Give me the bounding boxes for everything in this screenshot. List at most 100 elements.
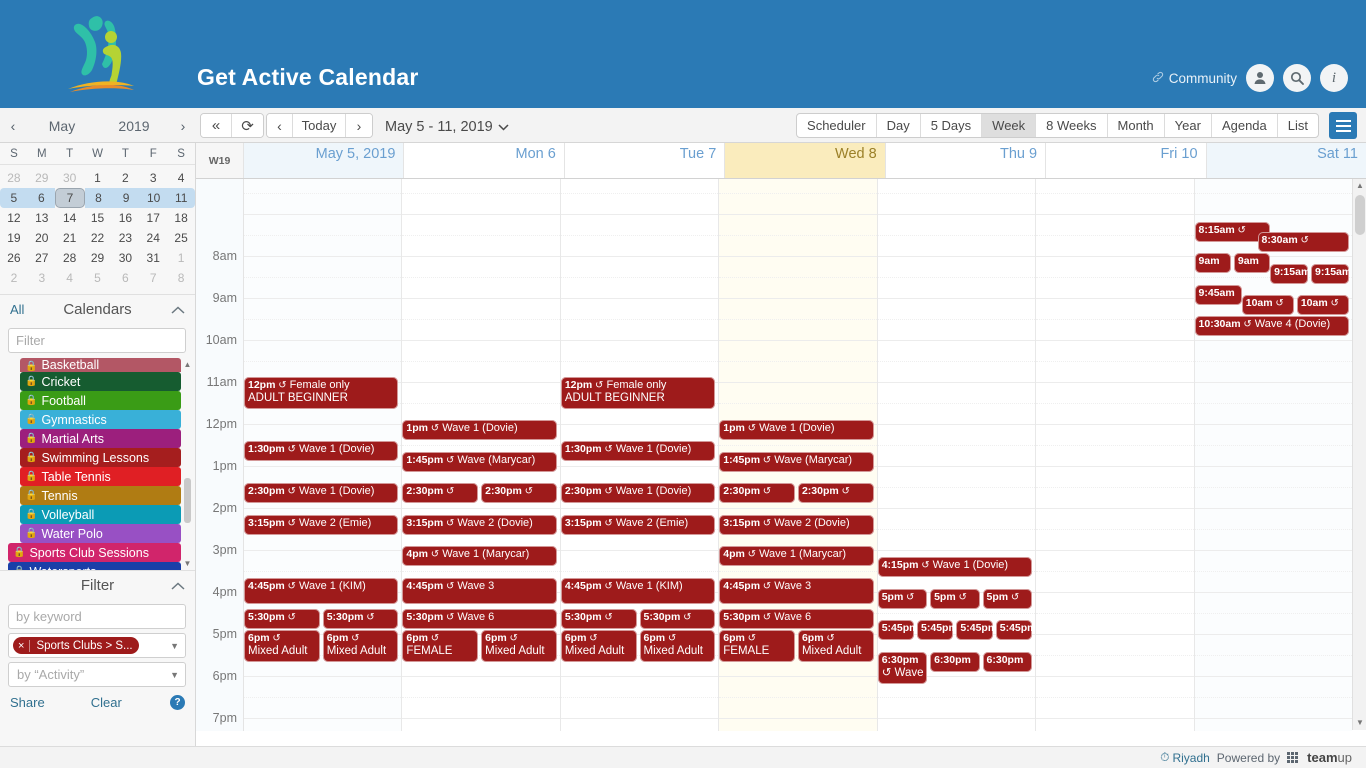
- day-header-4[interactable]: Thu 9: [885, 143, 1047, 178]
- calendar-vertical-scrollbar[interactable]: ▲ ▼: [1352, 179, 1366, 730]
- mini-day-cell[interactable]: 11: [167, 188, 196, 208]
- mini-day-cell[interactable]: 20: [28, 228, 56, 248]
- mini-day-cell[interactable]: 3: [139, 168, 167, 188]
- calendar-event[interactable]: 2:30pm ↺: [402, 483, 479, 503]
- mini-day-cell[interactable]: 14: [56, 208, 84, 228]
- view-button-list[interactable]: List: [1278, 114, 1318, 137]
- calendar-event[interactable]: 5:45pm: [917, 620, 954, 640]
- mini-day-cell[interactable]: 23: [111, 228, 139, 248]
- mini-day-cell[interactable]: 12: [0, 208, 28, 228]
- today-button[interactable]: Today: [293, 114, 346, 137]
- calendar-event[interactable]: 5pm ↺: [930, 589, 980, 609]
- calendar-event[interactable]: 4:15pm ↺ Wave 1 (Dovie): [877, 557, 1033, 577]
- calendar-event[interactable]: 1pm ↺ Wave 1 (Dovie): [719, 420, 874, 440]
- calendar-event[interactable]: 5:30pm ↺: [322, 609, 399, 629]
- view-button-8-weeks[interactable]: 8 Weeks: [1036, 114, 1108, 137]
- mini-day-cell[interactable]: 5: [84, 268, 112, 288]
- mini-day-cell[interactable]: 10: [139, 188, 168, 208]
- scrollbar-thumb[interactable]: [1355, 195, 1365, 235]
- calendar-event[interactable]: 9:45am: [1194, 285, 1242, 305]
- mini-day-cell[interactable]: 6: [27, 188, 56, 208]
- calendar-event[interactable]: 3:15pm ↺ Wave 2 (Dovie): [402, 515, 557, 535]
- calendar-item-water-polo[interactable]: 🔒 Water Polo: [20, 524, 181, 543]
- calendar-event[interactable]: 12pm ↺ Female only ADULT BEGINNER: [560, 377, 716, 409]
- mini-day-cell[interactable]: 16: [111, 208, 139, 228]
- calendar-event[interactable]: 6pm ↺ FEMALE: [402, 630, 479, 662]
- view-button-agenda[interactable]: Agenda: [1212, 114, 1278, 137]
- mini-day-cell[interactable]: 3: [28, 268, 56, 288]
- calendars-scrollbar[interactable]: ▲ ▼: [183, 360, 192, 568]
- mini-day-cell[interactable]: 6: [111, 268, 139, 288]
- day-column-tue[interactable]: 12pm ↺ Female only ADULT BEGINNER 1:30pm ↺…: [560, 179, 720, 731]
- mini-day-cell[interactable]: 17: [139, 208, 167, 228]
- calendar-event[interactable]: 9:15am: [1270, 264, 1309, 284]
- calendar-event[interactable]: 2:30pm ↺: [719, 483, 795, 503]
- calendar-event[interactable]: 6pm ↺ FEMALE: [719, 630, 795, 662]
- calendar-event[interactable]: 1:30pm ↺ Wave 1 (Dovie): [560, 441, 716, 461]
- calendar-event[interactable]: 4:45pm ↺ Wave 3: [719, 578, 874, 604]
- mini-day-cell[interactable]: 30: [111, 248, 139, 268]
- calendar-event[interactable]: 4:45pm ↺ Wave 1 (KIM): [560, 578, 716, 604]
- calendar-event[interactable]: 5:30pm ↺ Wave 6: [402, 609, 557, 629]
- calendar-event[interactable]: 3:15pm ↺ Wave 2 (Emie): [244, 515, 399, 535]
- mini-day-cell[interactable]: 1: [84, 168, 112, 188]
- mini-day-cell[interactable]: 9: [112, 188, 140, 208]
- mini-next-month-button[interactable]: ›: [170, 118, 196, 134]
- mini-day-cell[interactable]: 22: [84, 228, 112, 248]
- refresh-button[interactable]: ⟳: [232, 114, 263, 137]
- day-header-2[interactable]: Tue 7: [564, 143, 726, 178]
- user-icon[interactable]: [1246, 64, 1274, 92]
- calendar-event[interactable]: 6:30pm: [982, 652, 1033, 672]
- remove-tag-icon[interactable]: ×: [13, 639, 31, 652]
- day-column-mon[interactable]: 1pm ↺ Wave 1 (Dovie) 1:45pm ↺ Wave (Maryc…: [402, 179, 561, 731]
- calendar-event[interactable]: 9am: [1233, 253, 1271, 273]
- calendar-event[interactable]: 2:30pm ↺ Wave 1 (Dovie): [244, 483, 399, 503]
- calendar-event[interactable]: 6:30pm ↺ Wave: [877, 652, 928, 684]
- next-week-button[interactable]: ›: [346, 114, 372, 137]
- day-header-6[interactable]: Sat 11: [1206, 143, 1366, 178]
- calendar-event[interactable]: 1:45pm ↺ Wave (Marycar): [719, 452, 874, 472]
- clear-link[interactable]: Clear: [91, 695, 122, 710]
- calendar-event[interactable]: 4pm ↺ Wave 1 (Marycar): [719, 546, 874, 566]
- view-button-month[interactable]: Month: [1108, 114, 1165, 137]
- calendar-event[interactable]: 6pm ↺ Mixed Adult: [560, 630, 637, 662]
- calendar-event[interactable]: 4pm ↺ Wave 1 (Marycar): [402, 546, 557, 566]
- calendar-event[interactable]: 3:15pm ↺ Wave 2 (Dovie): [719, 515, 874, 535]
- mini-day-cell[interactable]: 7: [55, 188, 85, 208]
- chevron-up-icon[interactable]: [171, 578, 185, 593]
- calendar-item-volleyball[interactable]: 🔒 Volleyball: [20, 505, 181, 524]
- calendar-event[interactable]: 6pm ↺ Mixed Adult: [481, 630, 557, 662]
- mini-day-cell[interactable]: 2: [0, 268, 28, 288]
- calendar-event[interactable]: 6:30pm: [930, 652, 980, 672]
- calendar-event[interactable]: 6pm ↺ Mixed Adult: [322, 630, 399, 662]
- chevron-down-icon[interactable]: ▼: [170, 641, 179, 651]
- scroll-up-icon[interactable]: ▲: [1353, 179, 1366, 193]
- calendar-event[interactable]: 1pm ↺ Wave 1 (Dovie): [402, 420, 557, 440]
- mini-day-cell[interactable]: 28: [0, 168, 28, 188]
- view-button-week[interactable]: Week: [982, 114, 1037, 137]
- day-column-sun[interactable]: 12pm ↺ Female only ADULT BEGINNER 1:30pm ↺…: [244, 179, 403, 731]
- calendar-event[interactable]: 5:30pm ↺: [244, 609, 320, 629]
- view-button-day[interactable]: Day: [877, 114, 921, 137]
- mini-day-cell[interactable]: 2: [111, 168, 139, 188]
- calendar-event[interactable]: 2:30pm ↺: [797, 483, 874, 503]
- day-header-0[interactable]: May 5, 2019: [244, 143, 405, 178]
- mini-day-cell[interactable]: 26: [0, 248, 28, 268]
- calendar-event[interactable]: 4:45pm ↺ Wave 3: [402, 578, 557, 604]
- calendar-event[interactable]: 9:15am: [1311, 264, 1349, 284]
- calendar-event[interactable]: 10am ↺: [1241, 295, 1294, 315]
- calendar-event[interactable]: 10am ↺: [1296, 295, 1349, 315]
- mini-day-cell[interactable]: 18: [167, 208, 195, 228]
- calendar-event[interactable]: 2:30pm ↺: [481, 483, 557, 503]
- mini-day-cell[interactable]: 28: [56, 248, 84, 268]
- mini-day-cell[interactable]: 1: [167, 248, 195, 268]
- calendar-event[interactable]: 4:45pm ↺ Wave 1 (KIM): [244, 578, 399, 604]
- mini-day-cell[interactable]: 7: [139, 268, 167, 288]
- day-header-1[interactable]: Mon 6: [404, 143, 565, 178]
- mini-day-cell[interactable]: 4: [56, 268, 84, 288]
- chevron-down-icon[interactable]: ▼: [170, 670, 179, 680]
- calendar-item-tennis[interactable]: 🔒 Tennis: [20, 486, 181, 505]
- activity-filter-select[interactable]: by “Activity” ▼: [8, 662, 186, 687]
- search-icon[interactable]: [1283, 64, 1311, 92]
- calendar-event[interactable]: 5:45pm: [877, 620, 915, 640]
